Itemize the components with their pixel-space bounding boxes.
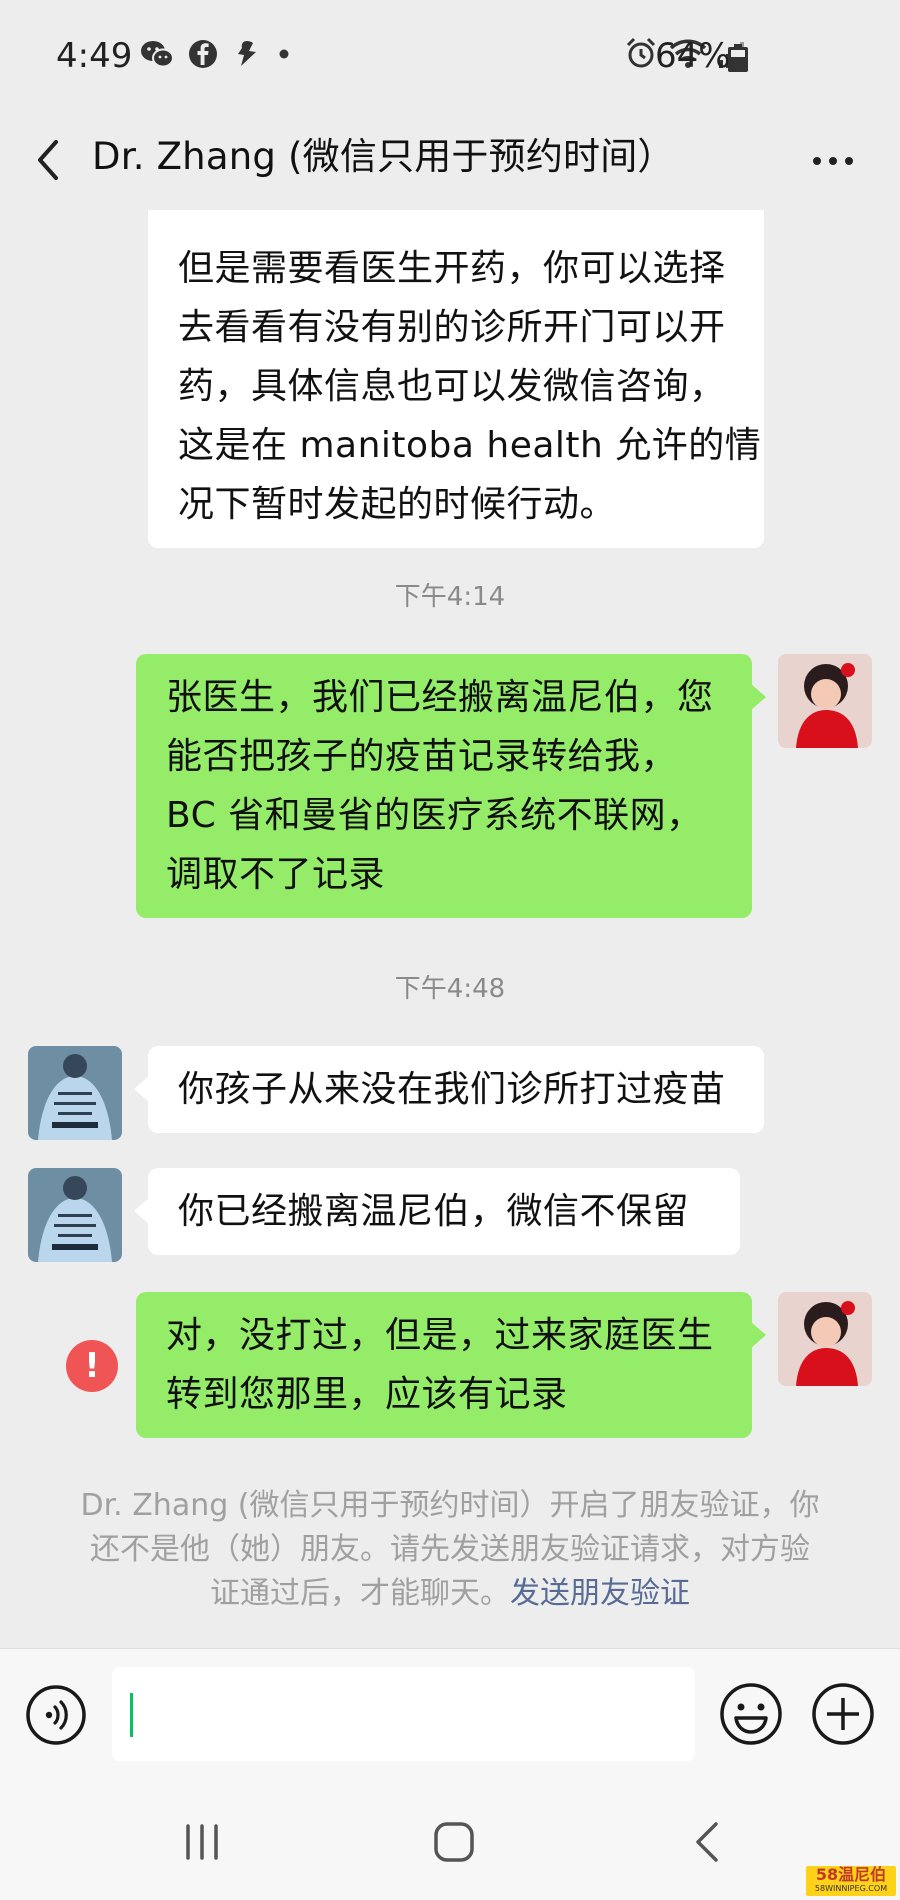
battery-icon — [728, 44, 748, 72]
notification-icons — [140, 38, 292, 70]
send-failed-icon[interactable]: ! — [66, 1340, 118, 1392]
watermark-url: 58WINNIPEG.COM — [814, 1884, 888, 1893]
message-bubble-outgoing[interactable]: 对，没打过，但是，过来家庭医生 转到您那里，应该有记录 — [136, 1292, 766, 1438]
chat-title: Dr. Zhang (微信只用于预约时间） — [92, 135, 675, 178]
message-bubble-outgoing[interactable]: 张医生，我们已经搬离温尼伯，您 能否把孩子的疫苗记录转给我， BC 省和曼省的医… — [136, 654, 766, 918]
message-line: 对，没打过，但是，过来家庭医生 — [166, 1315, 714, 1356]
dot-icon — [279, 49, 289, 59]
home-icon[interactable] — [432, 1820, 476, 1864]
message-line: 能否把孩子的疫苗记录转给我， — [166, 736, 678, 777]
emoji-icon[interactable] — [718, 1681, 784, 1747]
message-line: 调取不了记录 — [166, 854, 386, 895]
message-line: 药，具体信息也可以发微信咨询， — [178, 366, 726, 407]
my-avatar[interactable] — [778, 1292, 872, 1386]
message-line: 你孩子从来没在我们诊所打过疫苗 — [178, 1069, 726, 1110]
hero-poster-icon — [28, 1168, 122, 1262]
watermark-title: 58温尼伯 — [815, 1866, 887, 1884]
message-line: 你已经搬离温尼伯，微信不保留 — [178, 1191, 690, 1232]
input-bar — [0, 1648, 900, 1780]
status-bar: 4:49 64% — [0, 0, 900, 110]
notice-line: Dr. Zhang (微信只用于预约时间）开启了朋友验证，你 — [80, 1488, 820, 1523]
hero-poster-icon — [28, 1046, 122, 1140]
message-line: 这是在 manitoba health 允许的情 — [178, 425, 762, 466]
message-line: ​ — [178, 210, 734, 239]
child-photo-icon — [778, 1292, 872, 1386]
facebook-icon — [189, 40, 217, 68]
alarm-icon — [626, 37, 656, 68]
message-line: BC 省和曼省的医疗系统不联网， — [166, 795, 703, 836]
wechat-icon — [141, 41, 174, 68]
recents-icon[interactable] — [182, 1820, 222, 1864]
message-line: 但是需要看医生开药，你可以选择 — [178, 248, 726, 289]
text-caret — [130, 1693, 133, 1737]
battery-percent: 64% — [655, 36, 731, 76]
message-bubble-incoming[interactable]: 你已经搬离温尼伯，微信不保留 — [134, 1168, 740, 1255]
message-bubble-incoming[interactable]: 你孩子从来没在我们诊所打过疫苗 — [134, 1046, 764, 1133]
friend-verification-notice: Dr. Zhang (微信只用于预约时间）开启了朋友验证，你 还不是他（她）朋友… — [70, 1484, 830, 1616]
message-timestamp: 下午4:14 — [394, 582, 506, 612]
site-watermark-logo: 58温尼伯 58WINNIPEG.COM — [806, 1866, 896, 1896]
message-input[interactable] — [112, 1667, 695, 1761]
message-line: 转到您那里，应该有记录 — [166, 1374, 568, 1415]
my-avatar[interactable] — [778, 654, 872, 748]
more-icon[interactable] — [808, 136, 858, 186]
contact-avatar[interactable] — [28, 1046, 122, 1140]
app-icon — [238, 41, 256, 66]
contact-avatar[interactable] — [28, 1168, 122, 1262]
chat-header: Dr. Zhang (微信只用于预约时间） — [0, 110, 900, 210]
message-bubble-incoming[interactable]: ​ 但是需要看医生开药，你可以选择 去看看有没有别的诊所开门可以开 药，具体信息… — [148, 210, 764, 548]
notice-line: 还不是他（她）朋友。请先发送朋友验证请求，对方验 — [90, 1532, 810, 1567]
message-line: 去看看有没有别的诊所开门可以开 — [178, 307, 726, 348]
back-icon[interactable] — [690, 1820, 724, 1864]
notice-text: 证通过后，才能聊天。 — [210, 1576, 510, 1611]
voice-icon[interactable] — [24, 1683, 88, 1747]
status-time: 4:49 — [56, 36, 133, 76]
message-line: 况下暂时发起的时候行动。 — [178, 484, 617, 525]
system-nav-bar — [0, 1780, 900, 1900]
message-timestamp: 下午4:48 — [394, 974, 506, 1004]
plus-icon[interactable] — [810, 1681, 876, 1747]
chevron-left-icon[interactable] — [28, 130, 68, 190]
message-line: 张医生，我们已经搬离温尼伯，您 — [166, 677, 714, 718]
notice-line: 证通过后，才能聊天。发送朋友验证 — [70, 1572, 830, 1616]
message-list[interactable]: ​ 但是需要看医生开药，你可以选择 去看看有没有别的诊所开门可以开 药，具体信息… — [0, 210, 900, 1648]
child-photo-icon — [778, 654, 872, 748]
send-verification-link[interactable]: 发送朋友验证 — [510, 1576, 690, 1611]
